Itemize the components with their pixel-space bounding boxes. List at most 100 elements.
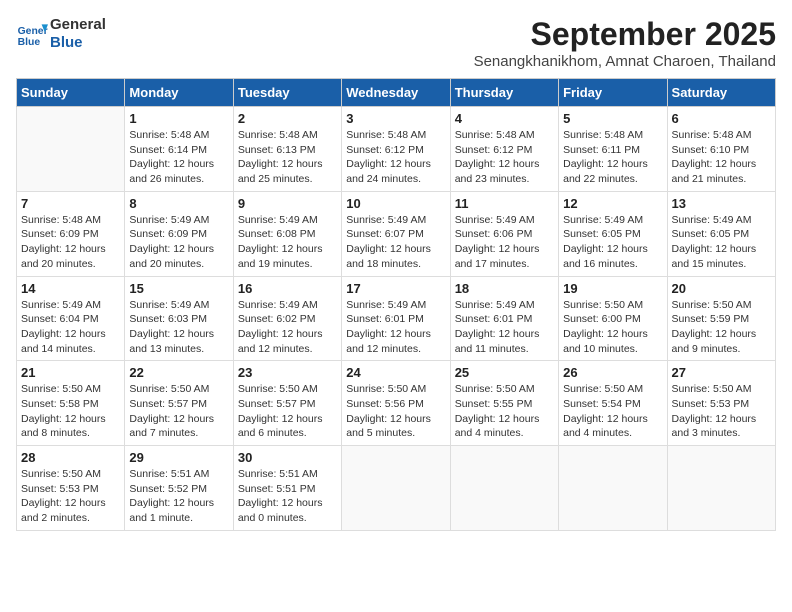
- day-number: 30: [238, 450, 337, 465]
- day-number: 15: [129, 281, 228, 296]
- day-number: 3: [346, 111, 445, 126]
- day-info: Sunrise: 5:50 AM Sunset: 5:53 PM Dayligh…: [672, 382, 771, 441]
- calendar-table: SundayMondayTuesdayWednesdayThursdayFrid…: [16, 78, 776, 531]
- day-info: Sunrise: 5:49 AM Sunset: 6:04 PM Dayligh…: [21, 298, 120, 357]
- day-info: Sunrise: 5:50 AM Sunset: 5:57 PM Dayligh…: [238, 382, 337, 441]
- calendar-cell: 8 Sunrise: 5:49 AM Sunset: 6:09 PM Daylig…: [125, 191, 233, 276]
- day-of-week-header: Monday: [125, 79, 233, 107]
- day-number: 11: [455, 196, 554, 211]
- logo-icon: General Blue: [16, 18, 48, 50]
- day-of-week-header: Thursday: [450, 79, 558, 107]
- calendar-cell: 25 Sunrise: 5:50 AM Sunset: 5:55 PM Dayli…: [450, 361, 558, 446]
- day-info: Sunrise: 5:50 AM Sunset: 6:00 PM Dayligh…: [563, 298, 662, 357]
- day-number: 17: [346, 281, 445, 296]
- calendar-cell: 5 Sunrise: 5:48 AM Sunset: 6:11 PM Daylig…: [559, 107, 667, 192]
- day-of-week-header: Sunday: [17, 79, 125, 107]
- day-number: 29: [129, 450, 228, 465]
- calendar-cell: 24 Sunrise: 5:50 AM Sunset: 5:56 PM Dayli…: [342, 361, 450, 446]
- day-info: Sunrise: 5:49 AM Sunset: 6:05 PM Dayligh…: [563, 213, 662, 272]
- day-info: Sunrise: 5:51 AM Sunset: 5:52 PM Dayligh…: [129, 467, 228, 526]
- day-number: 8: [129, 196, 228, 211]
- calendar-cell: 1Sunrise: 5:48 AM Sunset: 6:14 PM Daylig…: [125, 107, 233, 192]
- day-number: 13: [672, 196, 771, 211]
- calendar-cell: 26 Sunrise: 5:50 AM Sunset: 5:54 PM Dayli…: [559, 361, 667, 446]
- calendar-cell: 11Sunrise: 5:49 AM Sunset: 6:06 PM Dayli…: [450, 191, 558, 276]
- day-number: 2: [238, 111, 337, 126]
- calendar-cell: 29 Sunrise: 5:51 AM Sunset: 5:52 PM Dayli…: [125, 446, 233, 531]
- calendar-header-row: SundayMondayTuesdayWednesdayThursdayFrid…: [17, 79, 776, 107]
- day-info: Sunrise: 5:49 AM Sunset: 6:01 PM Dayligh…: [455, 298, 554, 357]
- day-number: 10: [346, 196, 445, 211]
- title-block: September 2025 Senangkhanikhom, Amnat Ch…: [474, 16, 776, 70]
- day-info: Sunrise: 5:48 AM Sunset: 6:12 PM Dayligh…: [455, 128, 554, 187]
- logo-text-blue: Blue: [50, 34, 106, 52]
- day-number: 21: [21, 365, 120, 380]
- day-of-week-header: Wednesday: [342, 79, 450, 107]
- calendar-cell: [17, 107, 125, 192]
- day-number: 18: [455, 281, 554, 296]
- day-info: Sunrise: 5:50 AM Sunset: 5:55 PM Dayligh…: [455, 382, 554, 441]
- day-info: Sunrise: 5:49 AM Sunset: 6:02 PM Dayligh…: [238, 298, 337, 357]
- calendar-cell: 18 Sunrise: 5:49 AM Sunset: 6:01 PM Dayli…: [450, 276, 558, 361]
- calendar-cell: 20 Sunrise: 5:50 AM Sunset: 5:59 PM Dayli…: [667, 276, 775, 361]
- calendar-cell: 30 Sunrise: 5:51 AM Sunset: 5:51 PM Dayli…: [233, 446, 341, 531]
- calendar-cell: 12 Sunrise: 5:49 AM Sunset: 6:05 PM Dayli…: [559, 191, 667, 276]
- day-of-week-header: Tuesday: [233, 79, 341, 107]
- day-number: 14: [21, 281, 120, 296]
- calendar-cell: 28Sunrise: 5:50 AM Sunset: 5:53 PM Dayli…: [17, 446, 125, 531]
- calendar-week-row: 28Sunrise: 5:50 AM Sunset: 5:53 PM Dayli…: [17, 446, 776, 531]
- svg-text:Blue: Blue: [18, 37, 41, 48]
- day-info: Sunrise: 5:49 AM Sunset: 6:01 PM Dayligh…: [346, 298, 445, 357]
- day-info: Sunrise: 5:50 AM Sunset: 5:57 PM Dayligh…: [129, 382, 228, 441]
- day-info: Sunrise: 5:48 AM Sunset: 6:12 PM Dayligh…: [346, 128, 445, 187]
- day-number: 20: [672, 281, 771, 296]
- calendar-week-row: 14 Sunrise: 5:49 AM Sunset: 6:04 PM Dayli…: [17, 276, 776, 361]
- calendar-cell: 9 Sunrise: 5:49 AM Sunset: 6:08 PM Daylig…: [233, 191, 341, 276]
- day-info: Sunrise: 5:48 AM Sunset: 6:11 PM Dayligh…: [563, 128, 662, 187]
- day-number: 26: [563, 365, 662, 380]
- day-number: 12: [563, 196, 662, 211]
- day-info: Sunrise: 5:50 AM Sunset: 5:56 PM Dayligh…: [346, 382, 445, 441]
- day-info: Sunrise: 5:50 AM Sunset: 5:53 PM Dayligh…: [21, 467, 120, 526]
- day-info: Sunrise: 5:49 AM Sunset: 6:08 PM Dayligh…: [238, 213, 337, 272]
- page-header: General Blue General Blue September 2025…: [16, 16, 776, 70]
- logo-text-general: General: [50, 16, 106, 34]
- calendar-cell: [450, 446, 558, 531]
- day-number: 16: [238, 281, 337, 296]
- calendar-cell: 16 Sunrise: 5:49 AM Sunset: 6:02 PM Dayli…: [233, 276, 341, 361]
- day-number: 24: [346, 365, 445, 380]
- day-info: Sunrise: 5:50 AM Sunset: 5:54 PM Dayligh…: [563, 382, 662, 441]
- calendar-cell: 21Sunrise: 5:50 AM Sunset: 5:58 PM Dayli…: [17, 361, 125, 446]
- calendar-cell: [667, 446, 775, 531]
- day-number: 5: [563, 111, 662, 126]
- calendar-cell: 3 Sunrise: 5:48 AM Sunset: 6:12 PM Daylig…: [342, 107, 450, 192]
- day-number: 19: [563, 281, 662, 296]
- day-number: 22: [129, 365, 228, 380]
- logo: General Blue General Blue: [16, 16, 106, 52]
- calendar-cell: 4 Sunrise: 5:48 AM Sunset: 6:12 PM Daylig…: [450, 107, 558, 192]
- calendar-cell: [559, 446, 667, 531]
- calendar-cell: 2 Sunrise: 5:48 AM Sunset: 6:13 PM Daylig…: [233, 107, 341, 192]
- calendar-cell: 7 Sunrise: 5:48 AM Sunset: 6:09 PM Daylig…: [17, 191, 125, 276]
- calendar-cell: 10 Sunrise: 5:49 AM Sunset: 6:07 PM Dayli…: [342, 191, 450, 276]
- day-number: 25: [455, 365, 554, 380]
- day-info: Sunrise: 5:48 AM Sunset: 6:09 PM Dayligh…: [21, 213, 120, 272]
- day-number: 4: [455, 111, 554, 126]
- day-number: 6: [672, 111, 771, 126]
- calendar-cell: 19 Sunrise: 5:50 AM Sunset: 6:00 PM Dayli…: [559, 276, 667, 361]
- day-number: 7: [21, 196, 120, 211]
- day-info: Sunrise: 5:48 AM Sunset: 6:14 PM Dayligh…: [129, 128, 228, 187]
- day-info: Sunrise: 5:48 AM Sunset: 6:10 PM Dayligh…: [672, 128, 771, 187]
- day-info: Sunrise: 5:50 AM Sunset: 5:59 PM Dayligh…: [672, 298, 771, 357]
- day-info: Sunrise: 5:51 AM Sunset: 5:51 PM Dayligh…: [238, 467, 337, 526]
- day-info: Sunrise: 5:49 AM Sunset: 6:07 PM Dayligh…: [346, 213, 445, 272]
- day-info: Sunrise: 5:48 AM Sunset: 6:13 PM Dayligh…: [238, 128, 337, 187]
- calendar-cell: [342, 446, 450, 531]
- calendar-cell: 17 Sunrise: 5:49 AM Sunset: 6:01 PM Dayli…: [342, 276, 450, 361]
- day-info: Sunrise: 5:49 AM Sunset: 6:03 PM Dayligh…: [129, 298, 228, 357]
- day-of-week-header: Friday: [559, 79, 667, 107]
- day-number: 23: [238, 365, 337, 380]
- day-info: Sunrise: 5:49 AM Sunset: 6:09 PM Dayligh…: [129, 213, 228, 272]
- day-number: 9: [238, 196, 337, 211]
- calendar-week-row: 7 Sunrise: 5:48 AM Sunset: 6:09 PM Daylig…: [17, 191, 776, 276]
